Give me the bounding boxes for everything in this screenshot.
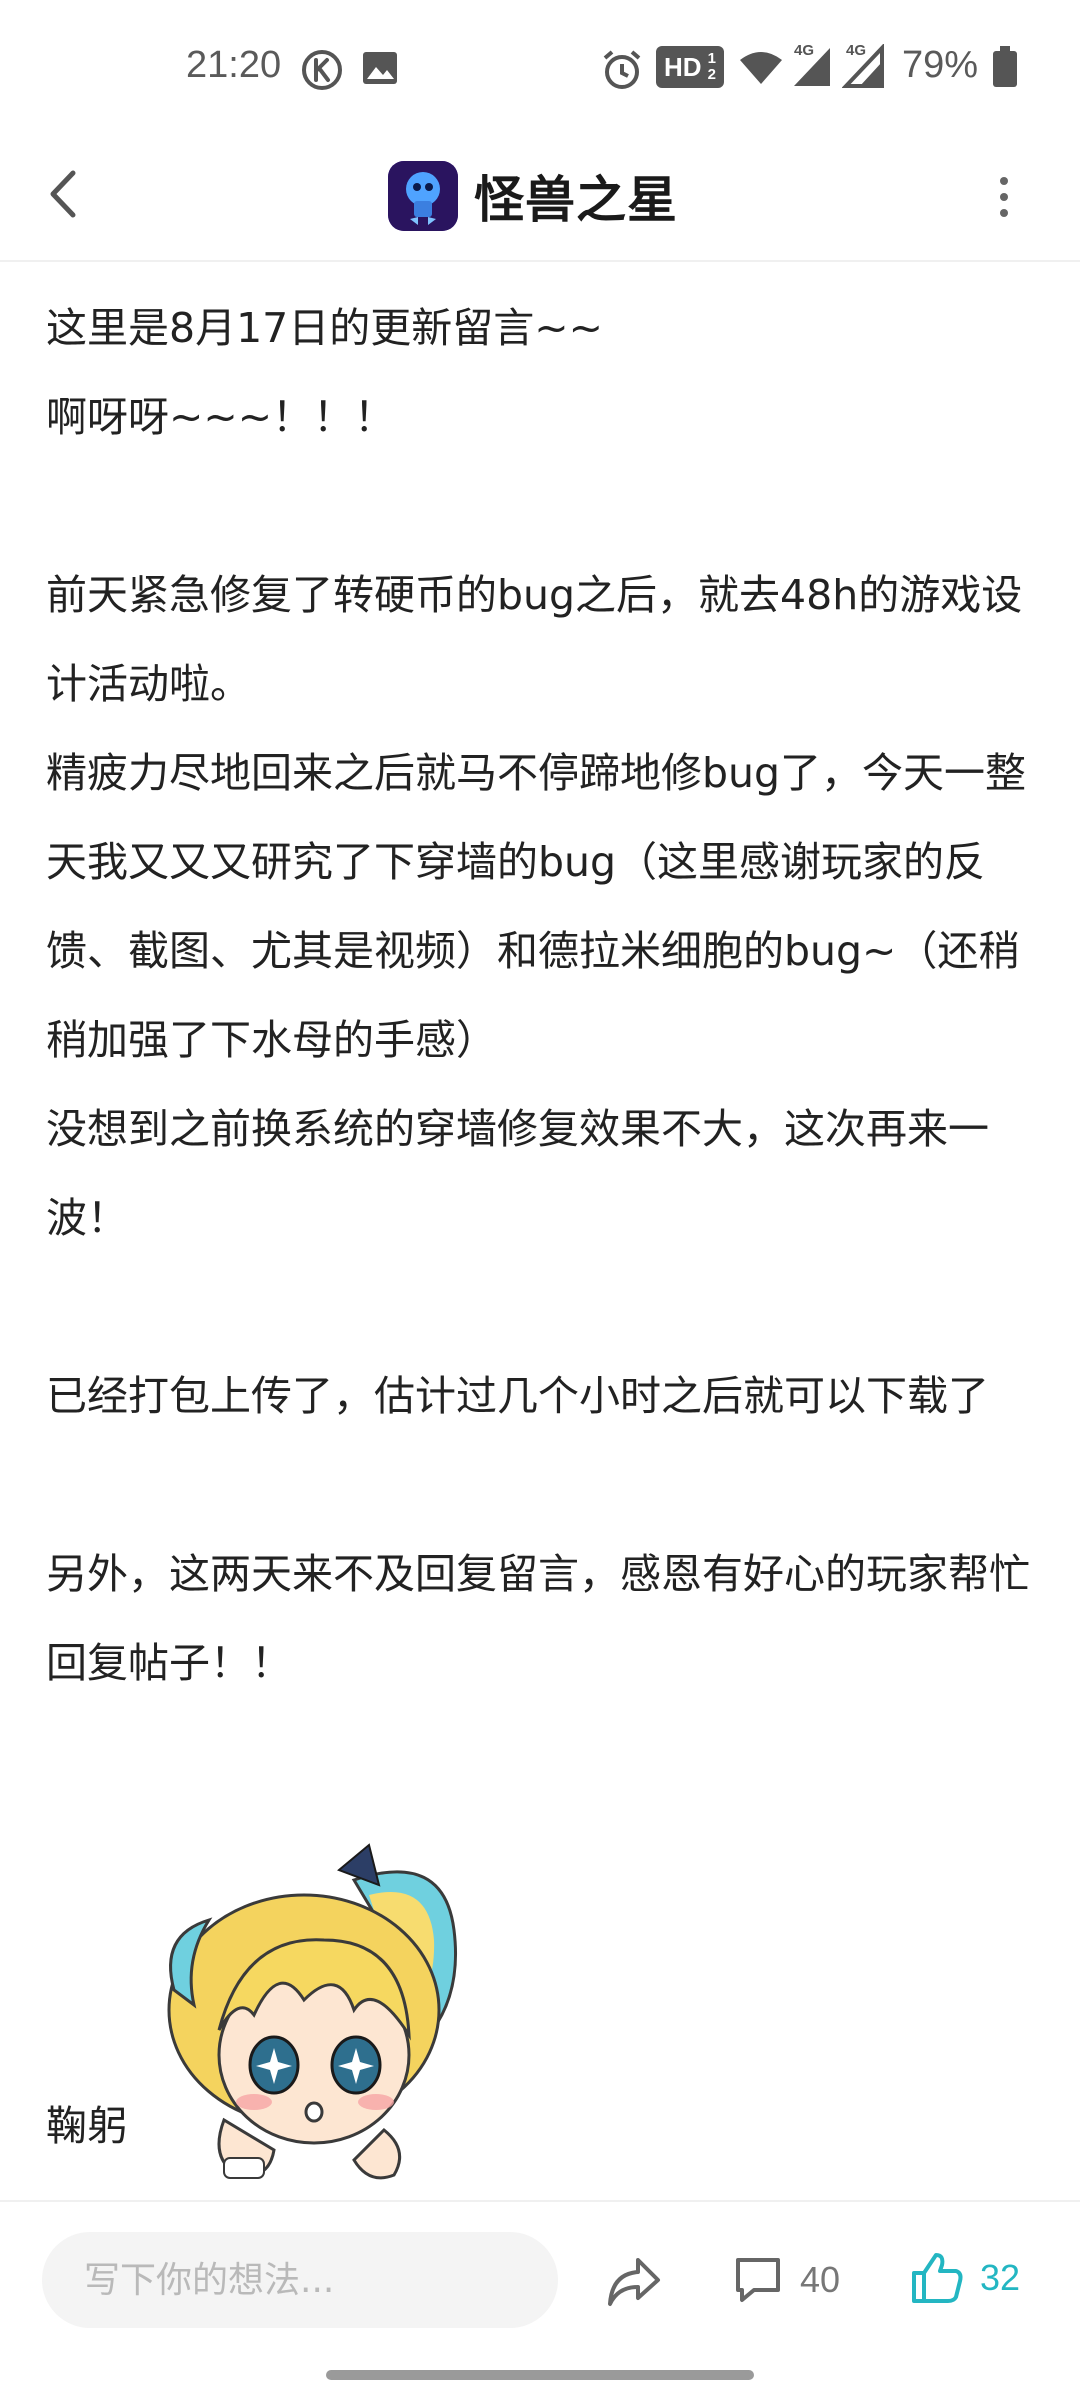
signal-icon-2: 4G <box>841 42 886 93</box>
wifi-icon <box>738 48 784 93</box>
post-blank-line <box>46 1441 1036 1530</box>
post-paragraph: 前天紧急修复了转硬币的bug之后，就去48h的游戏设计活动啦。 <box>46 571 1023 708</box>
chibi-girl-sticker <box>154 1840 484 2185</box>
status-bar: 21:20 HD 12 4G 4G 79% <box>0 0 1080 130</box>
signature-row: 鞠躬 <box>46 1840 546 2190</box>
comment-input[interactable] <box>42 2232 558 2328</box>
network-type-1: 4G <box>794 42 815 59</box>
post-paragraph: 已经打包上传了，估计过几个小时之后就可以下载了 <box>46 1372 989 1420</box>
post-body: 这里是8月17日的更新留言~~ 啊呀呀~~~！！！ 前天紧急修复了转硬币的bug… <box>46 284 1036 1708</box>
more-vertical-icon-dot <box>1000 193 1008 201</box>
battery-percent: 79% <box>902 44 979 86</box>
post-paragraph: 这里是8月17日的更新留言~~ <box>46 304 603 352</box>
app-screen: 21:20 HD 12 4G 4G 79% 怪兽之星 这里是8月17日的更新留言… <box>0 0 1080 2400</box>
hd-icon: HD 12 <box>656 46 724 88</box>
battery-icon <box>992 46 1018 93</box>
share-button[interactable] <box>604 2252 664 2310</box>
like-button[interactable]: 32 <box>910 2248 1020 2308</box>
back-button[interactable] <box>36 158 88 230</box>
more-vertical-icon <box>1000 177 1008 185</box>
app-icon <box>388 161 458 231</box>
k-icon <box>300 48 344 97</box>
signature-text: 鞠躬 <box>46 2102 128 2150</box>
post-paragraph: 另外，这两天来不及回复留言，感恩有好心的玩家帮忙回复帖子！！ <box>46 1550 1030 1687</box>
more-vertical-icon-dot <box>1000 209 1008 217</box>
post-paragraph: 啊呀呀~~~！！！ <box>46 393 396 441</box>
status-time: 21:20 <box>186 44 282 86</box>
bottom-action-bar: 40 32 <box>0 2200 1080 2360</box>
gallery-icon <box>360 48 400 93</box>
page-title: 怪兽之星 <box>474 171 678 229</box>
post-paragraph: 精疲力尽地回来之后就马不停蹄地修bug了，今天一整天我又又又研究了下穿墙的bug… <box>46 749 1027 1064</box>
network-type-2: 4G <box>846 42 867 59</box>
title-group: 怪兽之星 <box>388 148 678 244</box>
home-indicator[interactable] <box>326 2370 754 2380</box>
more-options-button[interactable] <box>986 166 1022 228</box>
post-blank-line <box>46 1263 1036 1352</box>
alarm-icon <box>600 48 644 97</box>
top-navigation: 怪兽之星 <box>0 130 1080 262</box>
thumbs-up-icon <box>912 2253 963 2303</box>
signal-icon: 4G <box>790 42 834 93</box>
chevron-left-icon <box>50 170 76 218</box>
post-blank-line <box>46 462 1036 551</box>
comments-button[interactable]: 40 <box>732 2250 840 2310</box>
hd-label: HD <box>664 51 702 82</box>
comment-icon <box>736 2258 780 2302</box>
post-paragraph: 没想到之前换系统的穿墙修复效果不大，这次再来一波！ <box>46 1105 989 1242</box>
comment-count: 40 <box>800 2259 841 2300</box>
like-count: 32 <box>980 2257 1021 2298</box>
share-icon <box>608 2258 660 2306</box>
